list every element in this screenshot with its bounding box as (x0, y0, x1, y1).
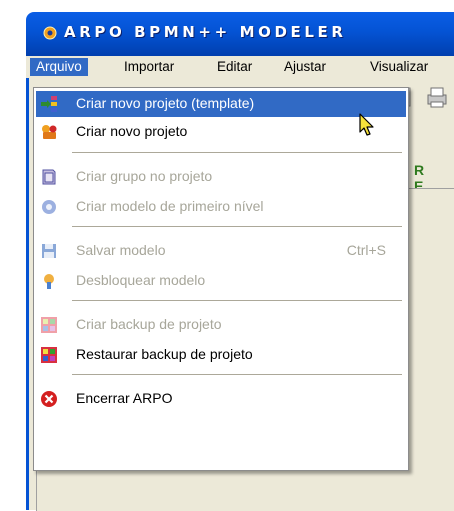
menu-item-criar-novo-projeto[interactable]: Criar novo projeto (36, 119, 406, 145)
save-icon (42, 244, 56, 258)
menu-separator (72, 152, 402, 153)
menu-item-label: Criar modelo de primeiro nível (76, 198, 264, 214)
arquivo-dropdown-menu: Criar novo projeto (template) Criar novo… (33, 87, 409, 471)
menu-item-label: Restaurar backup de projeto (76, 346, 253, 362)
menu-item-label: Criar grupo no projeto (76, 168, 213, 184)
menu-separator (72, 226, 402, 227)
menu-importar[interactable]: Importar (118, 58, 180, 76)
menu-item-label: Salvar modelo (76, 242, 166, 258)
shortcut-label: Ctrl+S (346, 242, 386, 258)
menu-item-encerrar-arpo[interactable]: Encerrar ARPO (36, 386, 406, 412)
restore-backup-icon (41, 347, 57, 363)
menu-ajustar[interactable]: Ajustar (278, 58, 332, 76)
menu-item-salvar-modelo[interactable]: Salvar modelo Ctrl+S (36, 238, 406, 264)
title-bar[interactable]: ARPO BPMN++ MODELER (26, 12, 454, 56)
mouse-cursor-icon (359, 113, 374, 136)
menu-item-criar-grupo-no-projeto[interactable]: Criar grupo no projeto (36, 164, 406, 190)
menu-item-criar-modelo-primeiro-nivel[interactable]: Criar modelo de primeiro nível (36, 194, 406, 220)
menu-visualizar[interactable]: Visualizar (364, 58, 434, 76)
template-project-icon (41, 96, 57, 112)
menu-item-restaurar-backup[interactable]: Restaurar backup de projeto (36, 342, 406, 368)
menu-item-label: Desbloquear modelo (76, 272, 206, 288)
menu-item-desbloquear-modelo[interactable]: Desbloquear modelo (36, 268, 406, 294)
menu-editar[interactable]: Editar (211, 58, 258, 76)
menu-item-criar-novo-projeto-template[interactable]: Criar novo projeto (template) (36, 91, 406, 117)
menu-arquivo[interactable]: Arquivo (30, 58, 88, 76)
print-icon[interactable] (424, 84, 450, 110)
group-folder-icon (42, 169, 56, 185)
menu-separator (72, 300, 402, 301)
exit-icon (41, 391, 57, 407)
menu-item-label: Encerrar ARPO (76, 390, 173, 406)
window-border (26, 78, 29, 510)
unlock-icon (44, 274, 54, 289)
menu-bar: Arquivo Importar Editar Ajustar Visualiz… (26, 56, 454, 78)
backup-icon (41, 317, 57, 333)
menu-item-label: Criar backup de projeto (76, 316, 222, 332)
menu-separator (72, 374, 402, 375)
app-logo-icon (43, 26, 57, 40)
window-title: ARPO BPMN++ MODELER (64, 23, 347, 41)
new-project-icon (42, 125, 57, 139)
menu-item-criar-backup[interactable]: Criar backup de projeto (36, 312, 406, 338)
menu-item-label: Criar novo projeto (76, 123, 188, 139)
first-level-model-icon (42, 200, 56, 214)
menu-item-label: Criar novo projeto (template) (76, 95, 255, 111)
